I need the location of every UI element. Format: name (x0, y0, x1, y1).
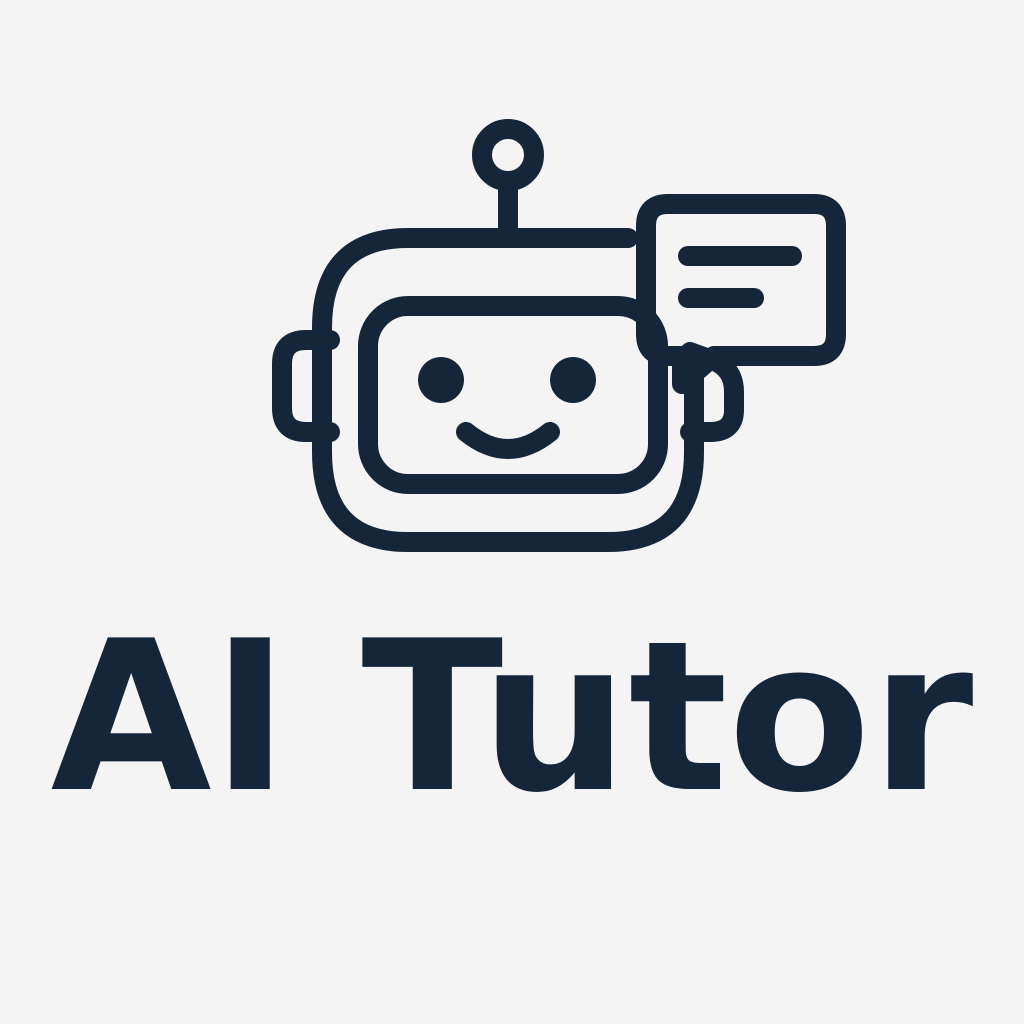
robot-logo-icon (272, 119, 846, 552)
logo-canvas: AI Tutor (0, 0, 1024, 1024)
smile-icon (456, 422, 560, 459)
brand-wordmark: AI Tutor (50, 597, 974, 839)
left-eye-icon (418, 357, 464, 403)
right-eye-icon (550, 357, 596, 403)
